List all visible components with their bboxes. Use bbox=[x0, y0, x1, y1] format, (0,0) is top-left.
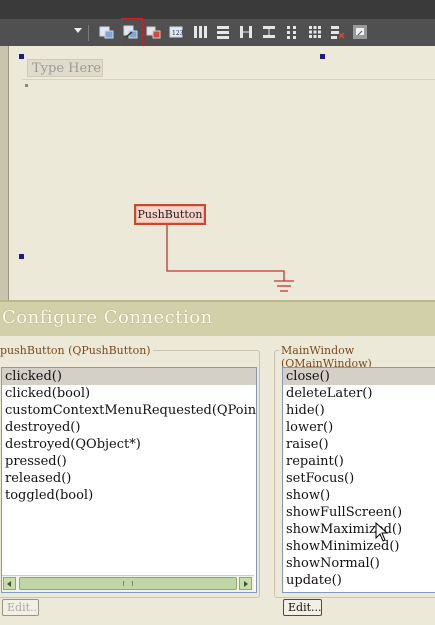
layout-horizontal-splitter-icon[interactable] bbox=[238, 24, 254, 40]
scroll-left-icon[interactable] bbox=[3, 577, 16, 590]
slot-item[interactable]: showMinimized() bbox=[283, 538, 435, 555]
toolbar-top-strip bbox=[0, 0, 435, 19]
layout-form-icon[interactable] bbox=[284, 24, 300, 40]
slot-item[interactable]: repaint() bbox=[283, 453, 435, 470]
layout-horizontal-icon[interactable] bbox=[192, 24, 208, 40]
slot-item[interactable]: close() bbox=[283, 368, 435, 385]
slot-item[interactable]: hide() bbox=[283, 402, 435, 419]
menu-type-here[interactable]: Type Here bbox=[27, 59, 103, 77]
signal-item[interactable]: customContextMenuRequested(QPoint) bbox=[2, 402, 256, 419]
sender-group-title: pushButton (QPushButton) bbox=[0, 344, 153, 357]
mouse-cursor-icon bbox=[375, 522, 389, 542]
left-ruler bbox=[0, 46, 9, 300]
edit-buddies-icon[interactable] bbox=[146, 24, 162, 40]
menu-separator-dot bbox=[25, 84, 28, 87]
signal-item[interactable]: destroyed() bbox=[2, 419, 256, 436]
toolbar-separator bbox=[88, 25, 89, 41]
slot-items: close() deleteLater() hide() lower() raise()… bbox=[283, 368, 435, 589]
edit-tab-order-icon[interactable]: 123 bbox=[169, 24, 185, 40]
layout-grid-icon[interactable] bbox=[307, 24, 323, 40]
slot-item[interactable]: show() bbox=[283, 487, 435, 504]
scroll-right-icon[interactable] bbox=[239, 577, 252, 590]
scrollbar-thumb[interactable] bbox=[19, 577, 237, 590]
layout-vertical-splitter-icon[interactable] bbox=[261, 24, 277, 40]
signal-item[interactable]: toggled(bool) bbox=[2, 487, 256, 504]
signal-list[interactable]: clicked() clicked(bool) customContextMenuR… bbox=[1, 367, 257, 593]
signal-items: clicked() clicked(bool) customContextMenuR… bbox=[2, 368, 256, 504]
slot-item[interactable]: raise() bbox=[283, 436, 435, 453]
signal-item[interactable]: released() bbox=[2, 470, 256, 487]
push-button-widget[interactable]: PushButton bbox=[134, 204, 206, 225]
signal-item[interactable]: clicked(bool) bbox=[2, 385, 256, 402]
dropdown-arrow-icon[interactable] bbox=[74, 28, 82, 33]
break-layout-icon[interactable] bbox=[329, 24, 345, 40]
slot-item[interactable]: showMaximized() bbox=[283, 521, 435, 538]
svg-text:123: 123 bbox=[172, 30, 184, 37]
selection-handle[interactable] bbox=[19, 54, 24, 59]
edit-widgets-icon[interactable] bbox=[99, 24, 115, 40]
slot-item[interactable]: showNormal() bbox=[283, 555, 435, 572]
slot-item[interactable]: deleteLater() bbox=[283, 385, 435, 402]
connection-line bbox=[166, 225, 294, 292]
selection-handle[interactable] bbox=[320, 54, 325, 59]
signal-item[interactable]: clicked() bbox=[2, 368, 256, 385]
slot-item[interactable]: showFullScreen() bbox=[283, 504, 435, 521]
receiver-edit-button[interactable]: Edit... bbox=[283, 599, 322, 616]
slot-list[interactable]: close() deleteLater() hide() lower() raise()… bbox=[282, 367, 435, 593]
sender-edit-button[interactable]: Edit... bbox=[2, 599, 41, 616]
selection-handle[interactable] bbox=[19, 254, 24, 259]
dialog-title: Configure Connection bbox=[2, 307, 213, 328]
adjust-size-icon[interactable] bbox=[352, 24, 368, 40]
signal-item[interactable]: destroyed(QObject*) bbox=[2, 436, 256, 453]
toolbar: 123 bbox=[0, 0, 435, 67]
slot-item[interactable]: lower() bbox=[283, 419, 435, 436]
signal-list-scrollbar[interactable] bbox=[2, 575, 254, 592]
signal-item[interactable]: pressed() bbox=[2, 453, 256, 470]
slot-item[interactable]: setFocus() bbox=[283, 470, 435, 487]
layout-vertical-icon[interactable] bbox=[215, 24, 231, 40]
slot-item[interactable]: update() bbox=[283, 572, 435, 589]
